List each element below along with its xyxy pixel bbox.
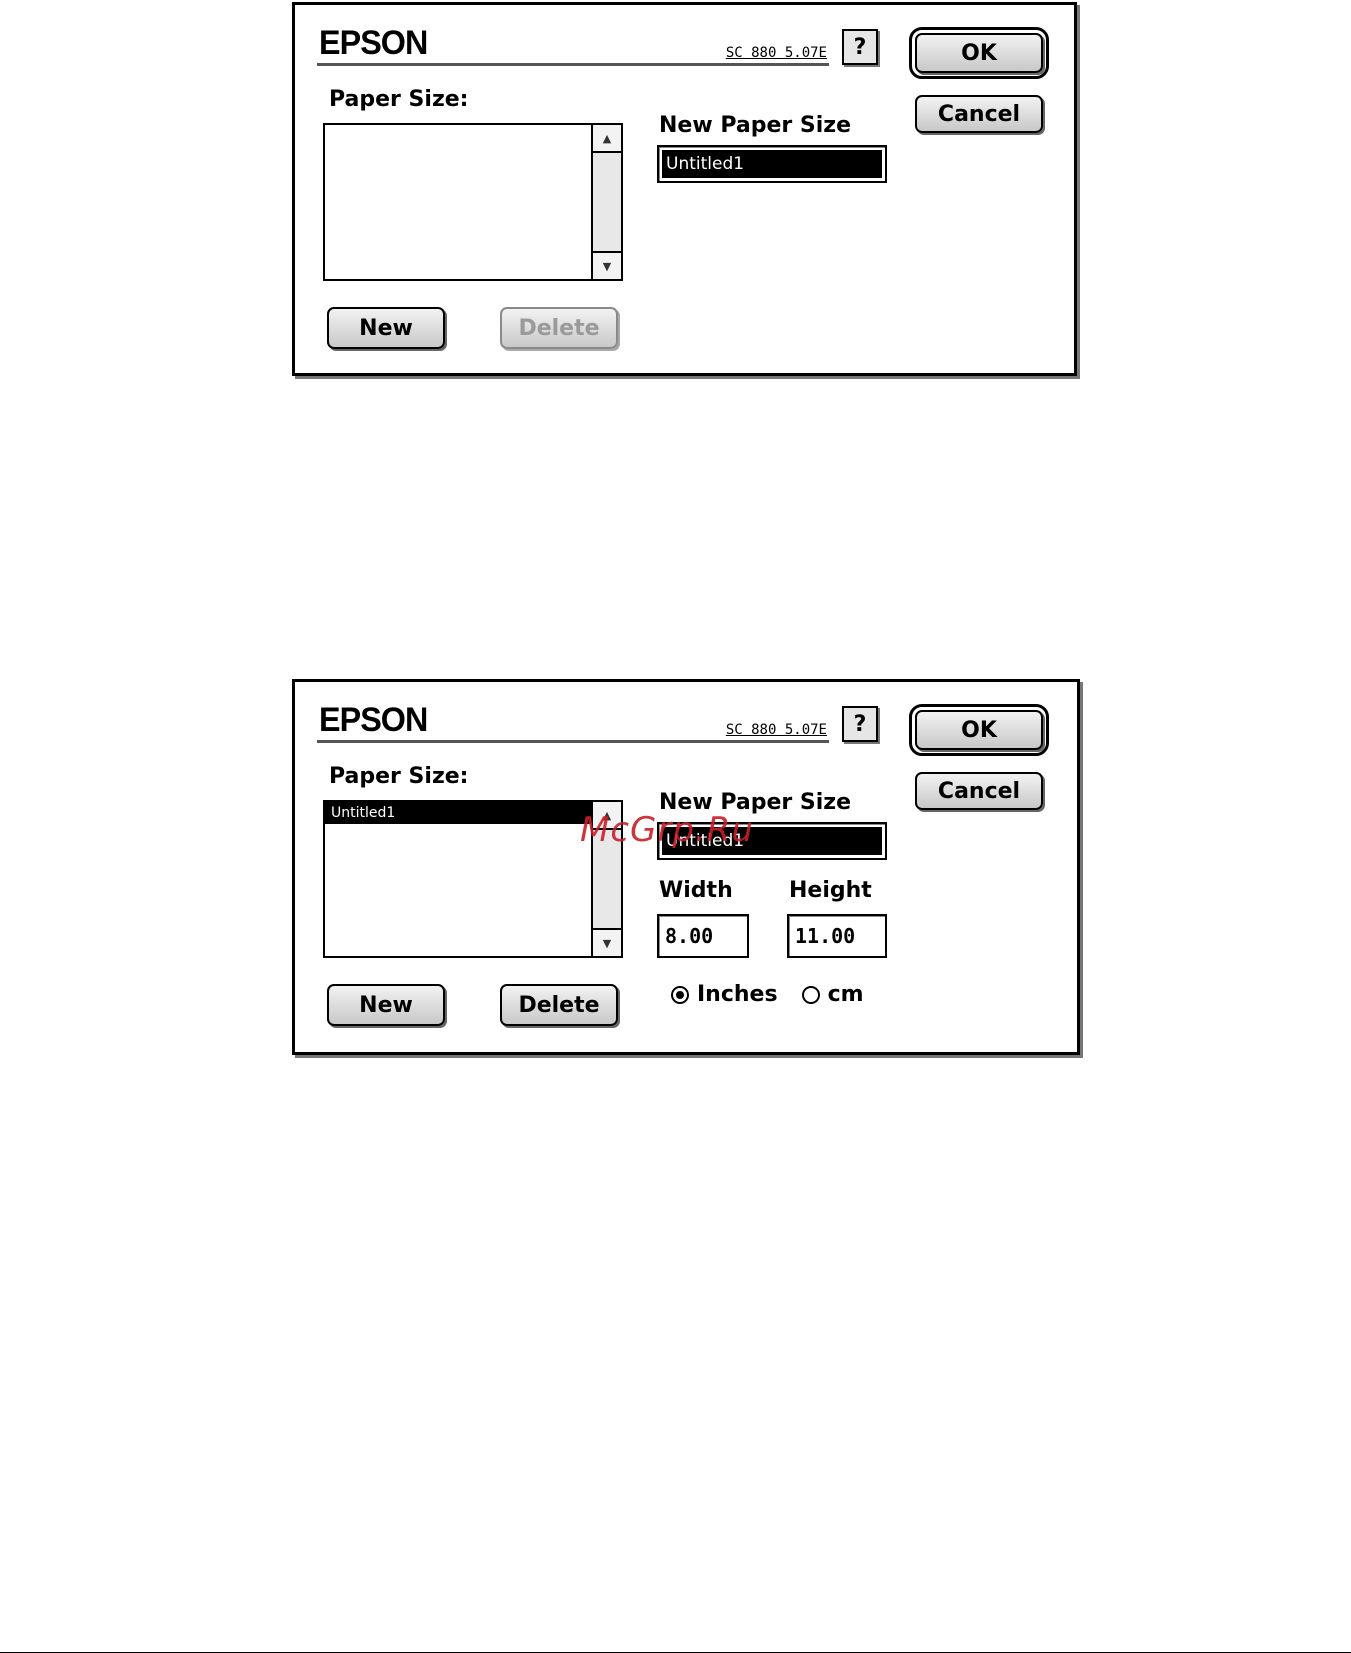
new-button[interactable]: New: [327, 984, 445, 1026]
paper-size-list[interactable]: ▲ ▼: [323, 123, 623, 281]
cancel-button[interactable]: Cancel: [915, 772, 1043, 810]
cancel-button[interactable]: Cancel: [915, 95, 1043, 133]
new-paper-size-label: New Paper Size: [659, 113, 851, 138]
dialog-header: EPSON SC 880 5.07E: [317, 24, 829, 66]
scroll-down-arrow-icon[interactable]: ▼: [593, 928, 621, 956]
paper-size-label: Paper Size:: [329, 764, 469, 789]
cm-label[interactable]: cm: [828, 982, 864, 1007]
help-icon: ?: [853, 34, 867, 60]
driver-version: SC 880 5.07E: [725, 722, 827, 738]
width-value: 8.00: [665, 924, 714, 948]
inches-label[interactable]: Inches: [697, 982, 778, 1007]
height-value: 11.00: [795, 924, 856, 948]
scroll-up-arrow-icon[interactable]: ▲: [593, 125, 621, 153]
paper-name-value: Untitled1: [662, 150, 882, 178]
width-field[interactable]: 8.00: [657, 914, 749, 958]
epson-logo: EPSON: [319, 24, 428, 62]
cm-radio[interactable]: [801, 985, 820, 1004]
inches-radio[interactable]: [671, 985, 689, 1004]
delete-button: Delete: [500, 307, 618, 349]
help-button[interactable]: ?: [842, 29, 878, 65]
ok-button[interactable]: OK: [909, 704, 1049, 756]
delete-button[interactable]: Delete: [500, 984, 618, 1026]
paper-size-label: Paper Size:: [329, 87, 469, 112]
list-scrollbar[interactable]: ▲ ▼: [591, 125, 621, 279]
paper-name-field[interactable]: Untitled1: [657, 145, 887, 183]
list-item[interactable]: Untitled1: [325, 802, 591, 824]
watermark: McGrp.Ru: [580, 810, 754, 850]
driver-version: SC 880 5.07E: [725, 45, 827, 61]
units-radio-group: Inches cm: [671, 982, 888, 1007]
custom-paper-size-dialog-filled: EPSON SC 880 5.07E ? OK Cancel Paper Siz…: [292, 679, 1080, 1055]
scroll-down-arrow-icon[interactable]: ▼: [593, 251, 621, 279]
height-label: Height: [789, 878, 872, 903]
new-button[interactable]: New: [327, 307, 445, 349]
width-label: Width: [659, 878, 733, 903]
epson-logo: EPSON: [319, 701, 428, 739]
help-button[interactable]: ?: [842, 706, 878, 742]
ok-button[interactable]: OK: [909, 27, 1049, 79]
custom-paper-size-dialog-empty: EPSON SC 880 5.07E ? OK Cancel Paper Siz…: [292, 2, 1077, 376]
help-icon: ?: [853, 711, 867, 737]
dialog-header: EPSON SC 880 5.07E: [317, 701, 829, 743]
height-field[interactable]: 11.00: [787, 914, 887, 958]
paper-size-list[interactable]: Untitled1 ▲ ▼: [323, 800, 623, 958]
